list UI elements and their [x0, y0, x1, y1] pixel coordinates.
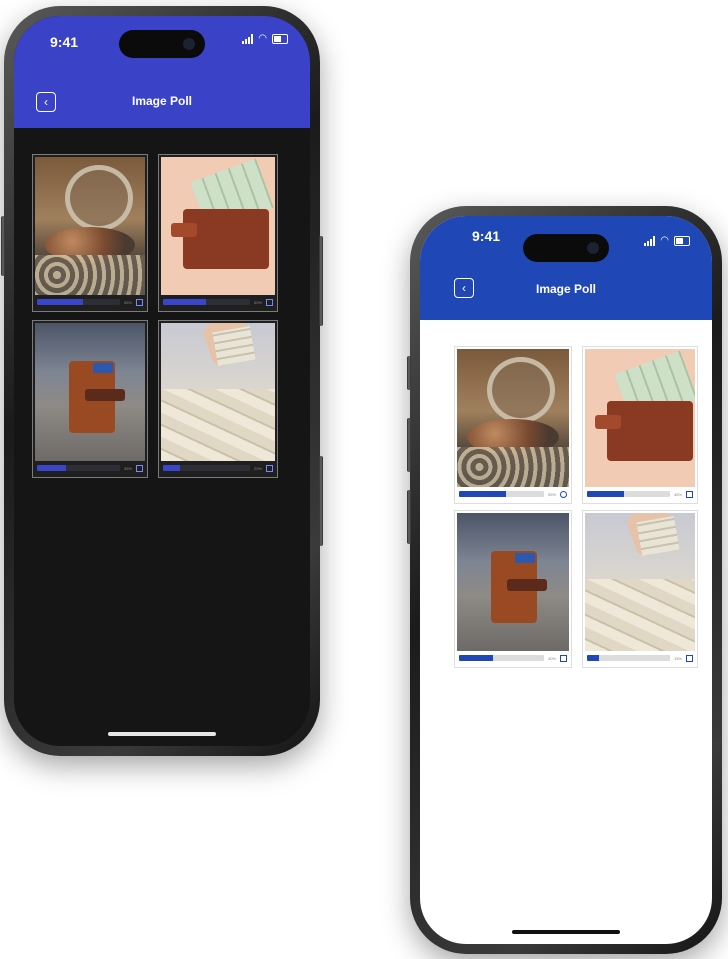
vote-percent: 55%: [547, 491, 556, 497]
select-checkbox[interactable]: [686, 654, 693, 662]
poll-option[interactable]: 50%: [158, 154, 278, 312]
select-checkbox[interactable]: [266, 464, 273, 472]
vote-progress: [459, 491, 544, 497]
vote-percent: 55%: [123, 299, 132, 305]
vote-progress: [163, 465, 250, 471]
battery-icon: [674, 236, 690, 246]
wallet-cash-image: [161, 157, 275, 295]
poll-option[interactable]: 40%: [454, 510, 572, 668]
select-checkbox[interactable]: [686, 490, 693, 498]
select-checkbox[interactable]: [266, 298, 273, 306]
poll-grid: 55% 45% 40% 15%: [454, 346, 698, 668]
vote-progress: [37, 299, 120, 305]
screen-light: 9:41 ◠ ‹ Image Poll 55% 45% 40% 15%: [420, 216, 712, 944]
vote-percent: 45%: [673, 491, 682, 497]
poll-option[interactable]: 55%: [32, 154, 148, 312]
camera-icon: [587, 242, 599, 254]
vote-progress: [587, 655, 670, 661]
poll-option[interactable]: 55%: [454, 346, 572, 504]
status-bar: 9:41 ◠: [420, 216, 712, 262]
wifi-icon: ◠: [258, 33, 267, 44]
card-wallet-image: [35, 323, 145, 461]
poll-option[interactable]: 45%: [582, 346, 698, 504]
wifi-icon: ◠: [660, 235, 669, 246]
coins-jar-image: [35, 157, 145, 295]
select-checkbox[interactable]: [560, 654, 567, 662]
screen-dark: 9:41 ◠ ‹ Image Poll 55% 50% 35% 20%: [14, 16, 310, 746]
dynamic-island: [523, 234, 609, 262]
vote-percent: 20%: [253, 465, 262, 471]
poll-option[interactable]: 35%: [32, 320, 148, 478]
poll-grid: 55% 50% 35% 20%: [32, 154, 278, 478]
vote-percent: 15%: [673, 655, 682, 661]
home-indicator: [512, 930, 620, 934]
page-title: Image Poll: [535, 282, 597, 296]
battery-icon: [272, 34, 288, 44]
camera-icon: [183, 38, 195, 50]
status-time: 9:41: [472, 228, 501, 244]
vote-progress: [459, 655, 544, 661]
signal-icon: [644, 236, 656, 246]
phone-light: 9:41 ◠ ‹ Image Poll 55% 45% 40% 15%: [407, 206, 722, 954]
phone-dark: 9:41 ◠ ‹ Image Poll 55% 50% 35% 20%: [1, 6, 323, 756]
vote-progress: [37, 465, 120, 471]
bills-image: [585, 513, 695, 651]
vote-progress: [587, 491, 670, 497]
signal-icon: [242, 34, 254, 44]
status-bar: 9:41 ◠: [14, 16, 310, 60]
select-checkbox[interactable]: [136, 298, 143, 306]
vote-percent: 40%: [547, 655, 556, 661]
select-checkbox[interactable]: [560, 490, 567, 498]
bills-image: [161, 323, 275, 461]
poll-option[interactable]: 20%: [158, 320, 278, 478]
vote-percent: 50%: [253, 299, 262, 305]
wallet-cash-image: [585, 349, 695, 487]
coins-jar-image: [457, 349, 569, 487]
poll-option[interactable]: 15%: [582, 510, 698, 668]
status-time: 9:41: [50, 34, 79, 50]
select-checkbox[interactable]: [136, 464, 143, 472]
dynamic-island: [119, 30, 205, 58]
page-title: Image Poll: [131, 94, 193, 108]
vote-percent: 35%: [123, 465, 132, 471]
vote-progress: [163, 299, 250, 305]
home-indicator: [108, 732, 216, 736]
card-wallet-image: [457, 513, 569, 651]
